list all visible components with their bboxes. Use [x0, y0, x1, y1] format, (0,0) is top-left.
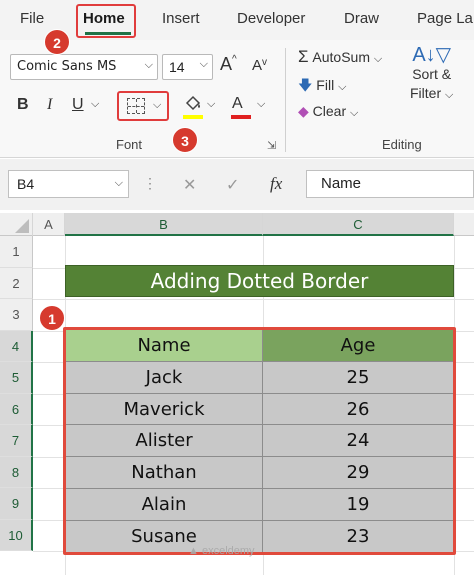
caret-up-icon: ^ [232, 54, 237, 65]
row-header-5[interactable]: 5 [0, 362, 33, 394]
row-header-6[interactable]: 6 [0, 393, 33, 425]
gridline-horizontal [33, 299, 474, 300]
step-badge-2: 2 [44, 29, 70, 55]
dialog-launcher-icon[interactable]: ⇲ [267, 139, 276, 152]
editing-group-label: Editing [382, 137, 422, 152]
home-tab-highlight-box [76, 4, 136, 38]
chevron-down-icon: ⌵ [445, 89, 454, 101]
watermark-text: exceldemy [201, 545, 255, 557]
chevron-down-icon: ⌵ [144, 58, 153, 71]
column-header-b[interactable]: B [65, 213, 263, 236]
bold-button[interactable]: B [17, 96, 29, 114]
sort-filter-label-line1: Sort & [412, 66, 452, 82]
name-box-value: B4 [17, 176, 35, 192]
chevron-down-icon[interactable]: ⌵ [257, 98, 265, 111]
tab-file[interactable]: File [20, 10, 44, 27]
font-name-select[interactable]: Comic Sans MS ⌵ [10, 54, 158, 80]
fill-button[interactable]: 🡇 Fill ⌵ [298, 75, 346, 99]
row-header-9[interactable]: 9 [0, 488, 33, 520]
chevron-down-icon: ⌵ [338, 81, 347, 93]
grow-font-label: A [220, 54, 233, 74]
cancel-icon[interactable]: ✕ [183, 175, 196, 195]
chevron-down-icon[interactable]: ⌵ [91, 98, 99, 111]
column-header-c[interactable]: C [263, 213, 454, 236]
paint-bucket-icon [185, 95, 201, 111]
select-all-corner[interactable] [0, 213, 33, 236]
clear-button[interactable]: ◆ Clear ⌵ [298, 103, 358, 120]
chevron-down-icon[interactable]: ⌵ [207, 98, 215, 111]
worksheet-grid[interactable]: A B C 1 2 3 4 5 6 7 8 9 10 Adding Dotted Border N… [0, 210, 474, 575]
chevron-down-icon: ⌵ [350, 107, 359, 119]
formula-value: Name [321, 175, 362, 192]
chevron-down-icon: ⌵ [373, 53, 383, 65]
tab-insert[interactable]: Insert [162, 10, 200, 27]
font-size-value: 14 [169, 59, 185, 75]
sort-filter-label-line2: Filter [410, 85, 442, 101]
row-header-1[interactable]: 1 [0, 236, 33, 268]
sort-filter-icon: A↓▽ [412, 44, 452, 66]
sort-and-filter-button[interactable]: A↓▽ Sort & Filter ⌵ [410, 44, 454, 105]
step-badge-3: 3 [172, 127, 198, 153]
row-header-3[interactable]: 3 [0, 299, 33, 331]
font-group-label: Font [116, 137, 143, 152]
more-options-icon[interactable]: ⋮ [143, 175, 157, 192]
formula-bar: B4 ⌵ ⋮ ✕ ✓ fx Name [0, 159, 474, 210]
ribbon-tab-bar: File Home Insert Developer Draw Page La [0, 0, 474, 40]
autosum-label: AutoSum [312, 49, 370, 65]
fill-color-swatch [183, 115, 203, 119]
selection-highlight-box [63, 327, 456, 555]
borders-button[interactable]: ⌵ [117, 91, 169, 121]
sigma-icon: Σ [298, 47, 309, 66]
caret-down-icon: v [262, 57, 268, 68]
title-cell[interactable]: Adding Dotted Border [65, 265, 454, 297]
chevron-down-icon: ⌵ [114, 177, 123, 189]
ribbon-home: Comic Sans MS ⌵ 14 ⌵ A^ Av B I U ⌵ ⌵ ⌵ A… [0, 40, 474, 158]
column-header-row: A B C [0, 213, 474, 236]
step-badge-1: 1 [39, 305, 65, 331]
autosum-button[interactable]: Σ AutoSum ⌵ [298, 47, 382, 67]
increase-font-size-button[interactable]: A^ [220, 54, 237, 75]
group-divider [285, 48, 286, 152]
borders-icon [127, 98, 145, 114]
tab-draw[interactable]: Draw [344, 10, 379, 27]
italic-button[interactable]: I [47, 96, 52, 114]
exceldemy-logo-icon: ▲ [188, 545, 199, 557]
insert-function-icon[interactable]: fx [270, 174, 282, 194]
underline-button[interactable]: U [72, 96, 84, 114]
row-header-2[interactable]: 2 [0, 267, 33, 299]
chevron-down-icon[interactable]: ⌵ [153, 99, 161, 112]
name-box[interactable]: B4 ⌵ [8, 170, 129, 198]
formula-input[interactable]: Name [306, 170, 474, 198]
decrease-font-size-button[interactable]: Av [252, 57, 267, 74]
tab-page-layout[interactable]: Page La [417, 10, 473, 27]
eraser-icon: ◆ [298, 103, 309, 119]
check-icon[interactable]: ✓ [226, 175, 239, 195]
row-header-7[interactable]: 7 [0, 425, 33, 457]
row-header-4[interactable]: 4 [0, 330, 33, 362]
row-header-8[interactable]: 8 [0, 456, 33, 488]
fill-label: Fill [316, 77, 335, 93]
chevron-down-icon: ⌵ [199, 58, 208, 70]
font-name-value: Comic Sans MS [17, 59, 117, 74]
font-size-select[interactable]: 14 ⌵ [162, 54, 213, 80]
arrow-down-icon: 🡇 [298, 77, 313, 93]
row-header-10[interactable]: 10 [0, 519, 33, 551]
watermark: ▲ exceldemy [188, 545, 255, 557]
shrink-font-label: A [252, 57, 263, 74]
tab-developer[interactable]: Developer [237, 10, 305, 27]
select-all-triangle-icon [15, 219, 29, 233]
column-header-a[interactable]: A [33, 213, 65, 236]
clear-label: Clear [312, 103, 347, 119]
font-color-button[interactable]: A [232, 95, 243, 113]
font-color-swatch [231, 115, 251, 119]
column-header-d[interactable] [454, 213, 474, 236]
